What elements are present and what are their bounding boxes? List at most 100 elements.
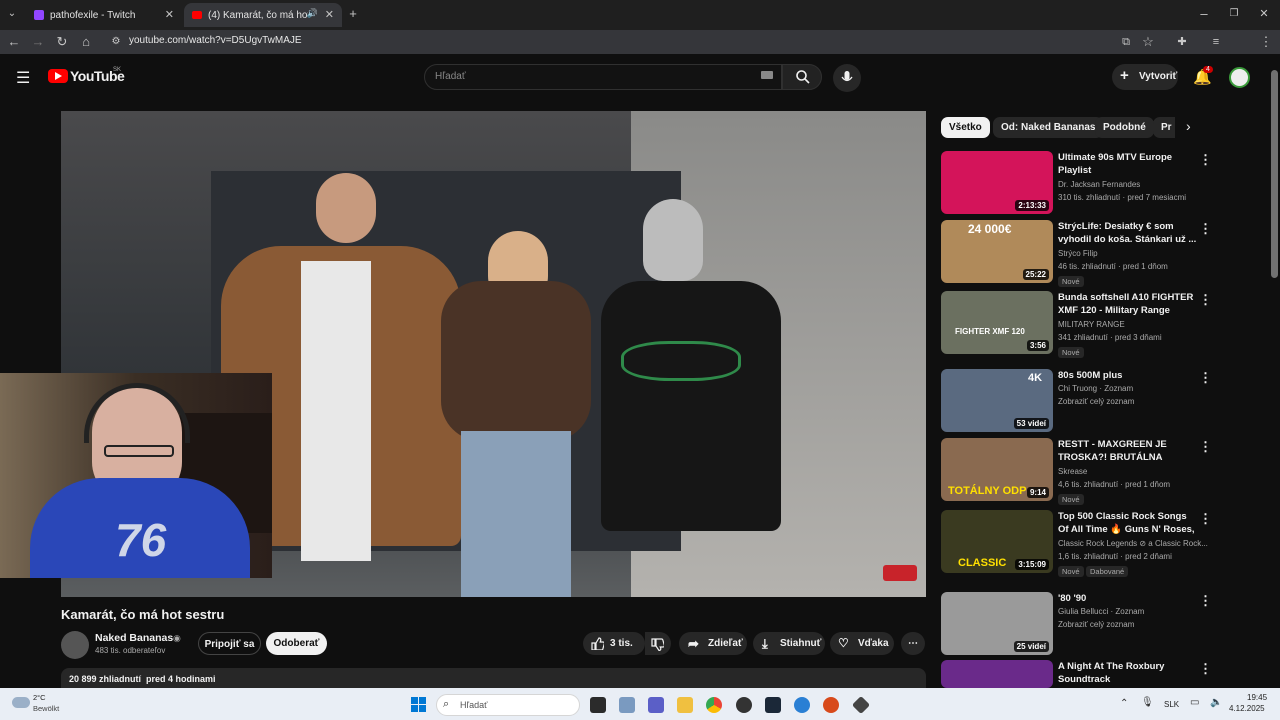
hamburger-menu-icon[interactable]: ☰ [16,68,30,88]
clock-date[interactable]: 4.12.2025 [1229,704,1265,713]
tab-youtube[interactable]: (4) Kamarát, čo má hot sestru 🔊 ✕ [184,3,342,27]
related-title[interactable]: Ultimate 90s MTV Europe Playlist [1058,151,1198,177]
related-thumbnail[interactable] [941,660,1053,688]
close-icon[interactable]: ✕ [165,8,174,21]
file-explorer-icon[interactable] [677,697,693,713]
related-thumbnail[interactable]: 2:13:33 [941,151,1053,214]
related-channel[interactable]: Strýco Filip [1058,249,1098,258]
more-options-icon[interactable]: ⋮ [1199,593,1212,609]
thanks-button[interactable]: ♡ Vďaka [830,632,894,655]
related-title[interactable]: RESTT - MAXGREEN JE TROSKA?! BRUTÁLNA RE… [1058,438,1198,464]
subscribe-watermark-icon[interactable] [883,565,917,581]
page-scrollbar[interactable] [1271,70,1278,278]
windows-start-icon[interactable] [411,697,427,713]
related-title[interactable]: Top 500 Classic Rock Songs Of All Time 🔥… [1058,510,1198,536]
search-input[interactable]: Hľadať [424,64,782,90]
related-thumbnail[interactable]: 25 videí [941,592,1053,655]
new-badge: Nové [1058,566,1084,577]
more-options-icon[interactable]: ⋮ [1199,511,1212,527]
reload-icon[interactable]: ↻ [54,34,70,50]
microphone-icon [841,71,853,82]
tab-twitch[interactable]: pathofexile - Twitch ✕ [26,3,182,27]
youtube-logo-icon[interactable] [48,69,68,83]
subscriber-count: 483 tis. odberateľov [95,646,166,655]
browser-menu-icon[interactable]: ⋮ [1258,34,1274,50]
chevron-right-icon[interactable]: › [1186,118,1191,134]
install-icon[interactable]: ⧉ [1118,34,1134,50]
clock-time[interactable]: 19:45 [1247,693,1267,702]
speaker-icon[interactable]: 🔊 [307,8,318,19]
thumbnail-overlay-text: 24 000€ [968,222,1012,236]
chrome-icon[interactable] [706,697,722,713]
chip-from-channel[interactable]: Od: Naked Bananas [993,117,1104,138]
related-thumbnail[interactable]: 3:56 [941,291,1053,354]
widget-icon[interactable] [619,697,635,713]
taskbar-search[interactable]: ⌕ Hľadať [436,694,580,716]
search-button[interactable] [782,64,822,90]
chip-partial[interactable]: Pr [1153,117,1175,138]
related-channel[interactable]: Classic Rock Legends ⊘ a Classic Rock... [1058,539,1208,548]
language-indicator[interactable]: SLK [1164,700,1179,709]
related-title[interactable]: StrýcLife: Desiatky € som vyhodil do koš… [1058,220,1198,246]
app-icon[interactable] [794,697,810,713]
related-channel[interactable]: Skrease [1058,467,1087,476]
game-app-icon[interactable] [823,697,839,713]
steam-icon[interactable] [765,697,781,713]
bookmark-star-icon[interactable]: ☆ [1140,34,1156,50]
tab-search-icon[interactable]: ⌄ [4,6,20,22]
teams-icon[interactable] [648,697,664,713]
chevron-up-icon[interactable]: ⌃ [1120,698,1128,709]
more-options-icon[interactable]: ⋮ [1199,152,1212,168]
site-info-icon[interactable]: ⚙ [108,34,124,50]
more-options-icon[interactable]: ⋮ [1199,370,1212,386]
forward-icon[interactable]: → [30,34,46,50]
create-button[interactable]: + Vytvoriť [1112,64,1178,90]
related-channel[interactable]: Chi Truong · Zoznam [1058,384,1133,393]
more-options-icon[interactable]: ⋮ [1199,292,1212,308]
microphone-tray-icon[interactable]: 🎙 [1141,697,1154,708]
channel-avatar[interactable] [61,631,89,659]
extensions-icon[interactable]: ✚ [1174,34,1190,50]
maximize-icon[interactable]: ❐ [1226,6,1242,22]
window-close-icon[interactable]: ✕ [1256,6,1272,22]
volume-icon[interactable]: 🔈 [1210,697,1222,708]
share-button[interactable]: ➦ Zdieľať [679,632,747,655]
download-button[interactable]: ⤓ Stiahnuť [753,632,825,655]
media-control-icon[interactable]: ≡ [1208,34,1224,50]
related-meta: Zobraziť celý zoznam [1058,620,1135,629]
keyboard-icon[interactable] [761,71,773,79]
related-title[interactable]: Bunda softshell A10 FIGHTER XMF 120 - Mi… [1058,291,1198,317]
obs-icon[interactable] [736,697,752,713]
join-button[interactable]: Pripojiť sa [198,632,261,655]
subscribe-button[interactable]: Odoberať [266,632,327,655]
weather-temp[interactable]: 2°C [33,693,46,702]
address-bar[interactable]: youtube.com/watch?v=D5UgvTwMAJE [129,35,302,46]
user-avatar[interactable] [1229,67,1250,88]
related-meta: 46 tis. zhliadnutí · pred 1 dňom [1058,262,1168,271]
related-title[interactable]: '80 '90 [1058,592,1198,605]
network-icon[interactable]: ▭ [1190,697,1199,708]
back-icon[interactable]: ← [6,34,22,50]
new-tab-icon[interactable]: + [345,6,361,22]
related-title[interactable]: 80s 500M plus [1058,369,1198,382]
chip-all[interactable]: Všetko [941,117,990,138]
minimize-icon[interactable]: – [1196,6,1212,22]
voice-search-button[interactable] [833,64,861,92]
related-channel[interactable]: Giulia Bellucci · Zoznam [1058,607,1144,616]
channel-name[interactable]: Naked Bananas [95,632,173,644]
like-button[interactable]: 3 tis. [583,632,645,655]
chip-related[interactable]: Podobné [1095,117,1154,138]
close-icon[interactable]: ✕ [325,8,334,21]
more-options-icon[interactable]: ⋮ [1199,221,1212,237]
weather-desc[interactable]: Bewölkt [33,704,59,713]
more-options-icon[interactable]: ⋮ [1199,439,1212,455]
description-box[interactable]: 20 899 zhliadnutí pred 4 hodinami [61,668,926,690]
home-icon[interactable]: ⌂ [78,34,94,50]
related-channel[interactable]: MILITARY RANGE [1058,320,1125,329]
related-channel[interactable]: Dr. Jacksan Fernandes [1058,180,1140,189]
dislike-button[interactable] [645,632,671,655]
more-actions-button[interactable]: ⋯ [901,632,925,655]
more-options-icon[interactable]: ⋮ [1199,661,1212,677]
related-title[interactable]: A Night At The Roxbury Soundtrack [1058,660,1198,686]
task-view-icon[interactable] [590,697,606,713]
